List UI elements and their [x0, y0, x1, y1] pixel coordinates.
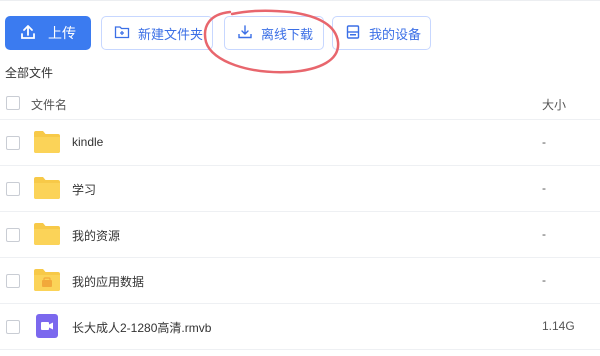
folder-icon [33, 222, 61, 246]
select-all-checkbox[interactable] [6, 96, 20, 110]
table-row[interactable]: kindle - [0, 120, 600, 166]
file-name[interactable]: kindle [72, 135, 103, 149]
table-row[interactable]: 学习 - [0, 166, 600, 212]
upload-button[interactable]: 上传 [5, 16, 91, 50]
upload-icon [20, 24, 48, 43]
table-row[interactable]: 长大成人2-1280高清.rmvb 1.14G [0, 304, 600, 350]
my-devices-label: 我的设备 [369, 26, 422, 42]
row-checkbox[interactable] [6, 136, 20, 150]
file-size: - [542, 273, 546, 287]
file-size: - [542, 227, 546, 241]
file-size: 1.14G [542, 319, 575, 333]
upload-label: 上传 [48, 25, 76, 41]
file-list: kindle - 学习 - 我的资源 - 我的应用数据 - 长大成人2-1280… [0, 120, 600, 350]
folder-icon [33, 130, 61, 154]
device-icon [345, 24, 369, 43]
video-file-icon [33, 314, 61, 338]
row-checkbox[interactable] [6, 274, 20, 288]
file-size: - [542, 181, 546, 195]
file-name[interactable]: 学习 [72, 181, 96, 198]
table-row[interactable]: 我的应用数据 - [0, 258, 600, 304]
table-row[interactable]: 我的资源 - [0, 212, 600, 258]
new-folder-icon [114, 24, 138, 43]
new-folder-button[interactable]: 新建文件夹 [101, 16, 213, 50]
row-checkbox[interactable] [6, 228, 20, 242]
app-data-folder-icon [33, 268, 61, 292]
row-checkbox[interactable] [6, 182, 20, 196]
column-header-name[interactable]: 文件名 [31, 96, 67, 113]
file-name[interactable]: 我的资源 [72, 227, 120, 244]
divider [0, 0, 600, 1]
table-header: 文件名 大小 [0, 86, 600, 120]
offline-download-label: 离线下载 [261, 26, 314, 42]
file-name[interactable]: 长大成人2-1280高清.rmvb [72, 319, 211, 336]
my-devices-button[interactable]: 我的设备 [332, 16, 431, 50]
new-folder-label: 新建文件夹 [138, 26, 204, 42]
toolbar: 上传 新建文件夹 离线下载 我的设备 [0, 0, 600, 74]
folder-icon [33, 176, 61, 200]
download-icon [237, 24, 261, 43]
breadcrumb[interactable]: 全部文件 [5, 64, 53, 81]
column-header-size[interactable]: 大小 [542, 96, 566, 113]
file-name[interactable]: 我的应用数据 [72, 273, 144, 290]
row-checkbox[interactable] [6, 320, 20, 334]
offline-download-button[interactable]: 离线下载 [224, 16, 324, 50]
file-size: - [542, 135, 546, 149]
